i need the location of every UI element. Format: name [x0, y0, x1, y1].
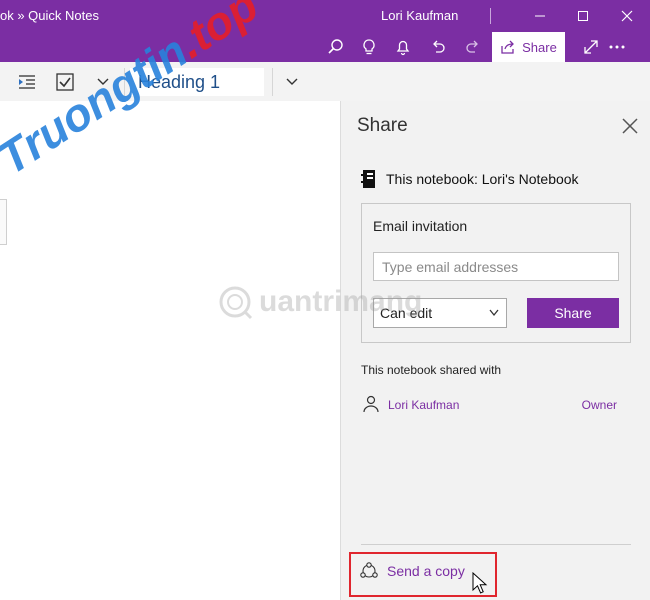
- undo-icon: [433, 40, 445, 53]
- minimize-icon: [535, 15, 545, 17]
- more-options-button[interactable]: [600, 33, 634, 61]
- signed-in-user[interactable]: Lori Kaufman: [381, 8, 458, 23]
- close-window-button[interactable]: [607, 2, 647, 30]
- email-invitation-box: Email invitation Can edit Share: [361, 203, 631, 343]
- notebook-icon: [361, 170, 375, 188]
- maximize-button[interactable]: [563, 2, 603, 30]
- share-tab-button[interactable]: Share: [492, 32, 565, 62]
- note-page[interactable]: [0, 101, 340, 600]
- share-button[interactable]: Share: [527, 298, 619, 328]
- lightbulb-icon: [363, 39, 375, 55]
- invitation-title: Email invitation: [373, 218, 468, 234]
- cursor-arrow-icon: [472, 572, 488, 594]
- email-input[interactable]: [373, 252, 619, 281]
- watermark-quantrimang: uantrimang: [215, 282, 422, 322]
- bell-icon: [396, 40, 410, 56]
- watermark-secondary: uantrimang: [259, 285, 423, 318]
- chevron-down-icon: [286, 78, 298, 85]
- redo-icon: [466, 40, 478, 53]
- search-icon: [328, 39, 343, 54]
- share-pane: Share This notebook: Lori's Notebook Ema…: [340, 101, 650, 600]
- person-icon: [363, 395, 379, 413]
- more-icon: [609, 45, 625, 49]
- close-pane-button[interactable]: [619, 115, 641, 137]
- shared-user-row: Lori Kaufman Owner: [363, 395, 617, 415]
- search-button[interactable]: [319, 33, 353, 61]
- breadcrumb[interactable]: ok » Quick Notes: [0, 8, 99, 23]
- undo-button[interactable]: [421, 33, 455, 61]
- shared-user-name[interactable]: Lori Kaufman: [388, 398, 459, 412]
- title-bar: ok » Quick Notes Lori Kaufman Share: [0, 0, 650, 62]
- mouse-cursor: [472, 572, 488, 596]
- indent-button[interactable]: [12, 68, 42, 96]
- chevron-down-icon: [489, 309, 499, 317]
- share-tab-label: Share: [522, 39, 557, 55]
- expand-icon: [584, 40, 598, 54]
- close-icon: [621, 10, 633, 22]
- minimize-button[interactable]: [520, 2, 560, 30]
- notebook-row: This notebook: Lori's Notebook: [361, 169, 579, 189]
- shared-with-label: This notebook shared with: [361, 363, 502, 377]
- notebook-label: This notebook: Lori's Notebook: [386, 171, 579, 187]
- share-icon: [501, 40, 515, 54]
- tell-me-button[interactable]: [352, 33, 386, 61]
- shared-user-role[interactable]: Owner: [582, 398, 617, 412]
- watermark-logo-icon: [219, 286, 253, 320]
- maximize-icon: [578, 11, 588, 21]
- redo-button[interactable]: [456, 33, 490, 61]
- title-separator: [490, 8, 491, 24]
- styles-dropdown-button[interactable]: [277, 68, 307, 96]
- close-icon: [622, 118, 638, 134]
- indent-icon: [19, 75, 35, 89]
- ribbon-separator: [272, 68, 273, 96]
- notifications-button[interactable]: [386, 33, 420, 61]
- pane-divider: [361, 544, 631, 545]
- page-tab-handle[interactable]: [0, 199, 7, 245]
- pane-title: Share: [357, 115, 408, 136]
